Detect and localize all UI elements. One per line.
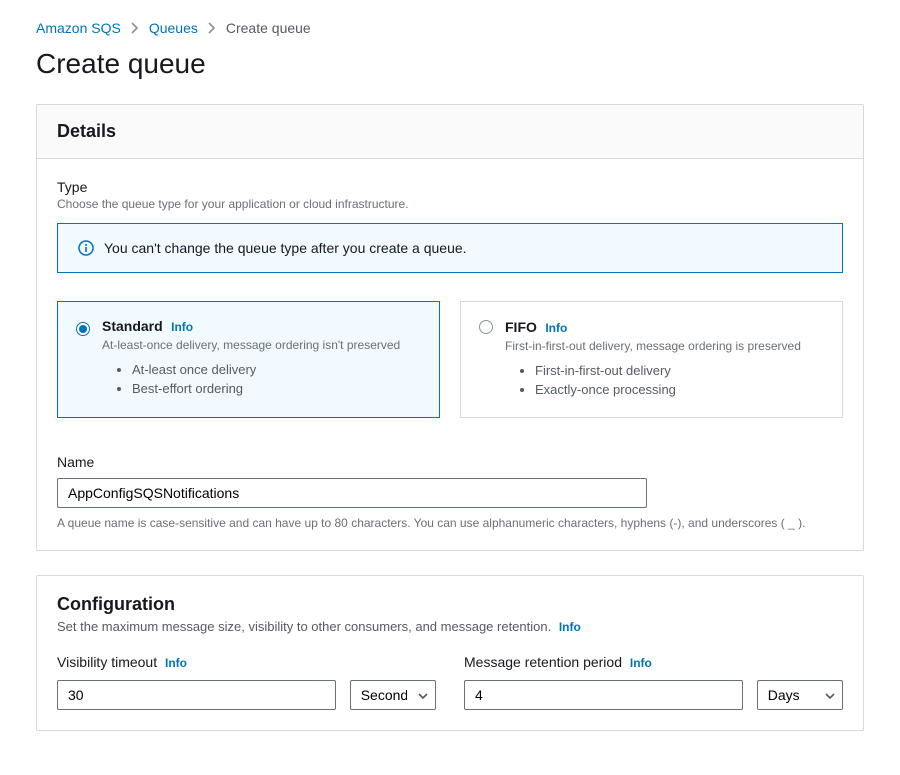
retention-label: Message retention period (464, 654, 622, 670)
breadcrumb-link-sqs[interactable]: Amazon SQS (36, 20, 121, 36)
type-desc: First-in-first-out delivery, message ord… (505, 339, 824, 353)
radio-icon (76, 322, 90, 336)
configuration-title: Configuration (57, 594, 843, 615)
visibility-timeout-input[interactable] (57, 680, 336, 710)
type-desc: At-least-once delivery, message ordering… (102, 338, 421, 352)
type-options: Standard Info At-least-once delivery, me… (57, 301, 843, 418)
chevron-right-icon (131, 22, 139, 34)
page-title: Create queue (36, 48, 864, 80)
details-panel: Details Type Choose the queue type for y… (36, 104, 864, 551)
visibility-label: Visibility timeout (57, 654, 157, 670)
visibility-timeout-unit[interactable]: Seconds (350, 680, 436, 710)
retention-period-input[interactable] (464, 680, 743, 710)
type-help: Choose the queue type for your applicati… (57, 197, 843, 211)
type-info-banner-text: You can't change the queue type after yo… (104, 240, 467, 256)
info-link[interactable]: Info (171, 320, 193, 334)
configuration-panel: Configuration Set the maximum message si… (36, 575, 864, 731)
configuration-desc: Set the maximum message size, visibility… (57, 619, 843, 634)
name-help: A queue name is case-sensitive and can h… (57, 516, 843, 530)
info-link[interactable]: Info (165, 656, 187, 670)
type-bullet: Best-effort ordering (132, 381, 421, 396)
breadcrumb: Amazon SQS Queues Create queue (36, 20, 864, 36)
retention-period-unit[interactable]: Days (757, 680, 843, 710)
info-link[interactable]: Info (630, 656, 652, 670)
queue-name-input[interactable] (57, 478, 647, 508)
type-card-standard[interactable]: Standard Info At-least-once delivery, me… (57, 301, 440, 418)
breadcrumb-current: Create queue (226, 20, 311, 36)
type-bullet: First-in-first-out delivery (535, 363, 824, 378)
info-icon (78, 240, 94, 256)
type-label: Type (57, 179, 843, 195)
type-bullet: At-least once delivery (132, 362, 421, 377)
radio-icon (479, 320, 493, 334)
type-info-banner: You can't change the queue type after yo… (57, 223, 843, 273)
type-bullet: Exactly-once processing (535, 382, 824, 397)
type-title: Standard (102, 318, 163, 334)
details-title: Details (57, 121, 843, 142)
type-title: FIFO (505, 319, 537, 335)
breadcrumb-link-queues[interactable]: Queues (149, 20, 198, 36)
name-label: Name (57, 454, 843, 470)
info-link[interactable]: Info (545, 321, 567, 335)
type-card-fifo[interactable]: FIFO Info First-in-first-out delivery, m… (460, 301, 843, 418)
info-link[interactable]: Info (559, 620, 581, 634)
details-header: Details (37, 105, 863, 159)
chevron-right-icon (208, 22, 216, 34)
